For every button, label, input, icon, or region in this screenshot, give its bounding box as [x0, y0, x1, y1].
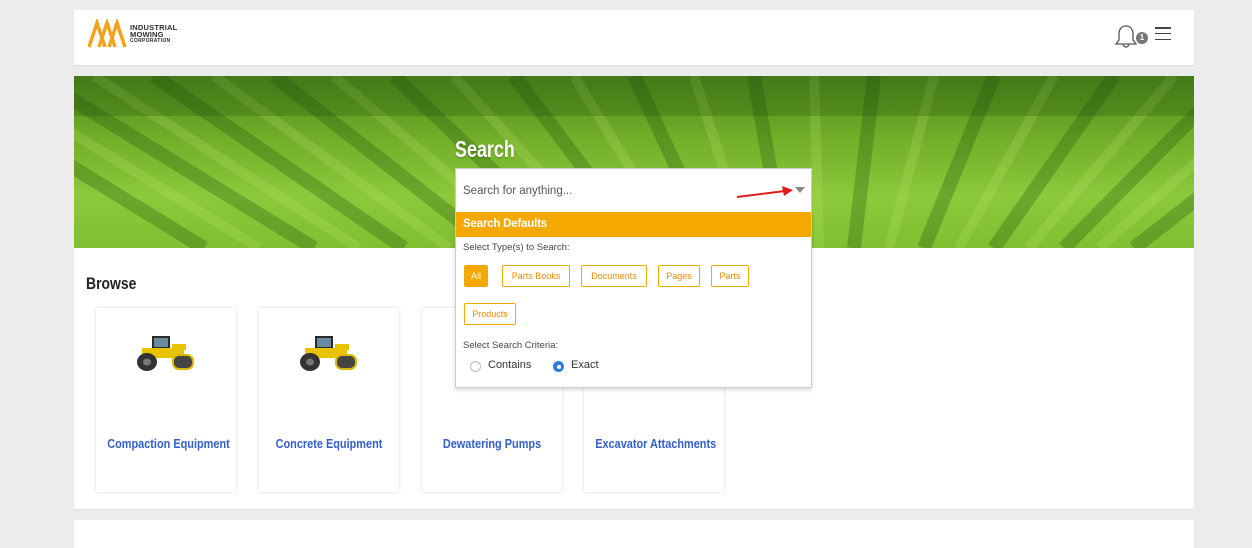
- type-chip-documents[interactable]: Documents: [581, 265, 647, 287]
- radio-exact-label[interactable]: Exact: [571, 359, 599, 371]
- logo-line-3: CORPORATION: [130, 38, 171, 44]
- category-label: Dewatering Pumps: [442, 436, 542, 451]
- search-defaults-panel: Search Defaults Select Type(s) to Search…: [455, 212, 812, 388]
- notification-badge: 1: [1136, 32, 1148, 44]
- roller-image: [137, 336, 194, 371]
- type-chip-all[interactable]: All: [464, 265, 488, 287]
- logo-mark-icon: [87, 17, 127, 48]
- type-chip-parts-books[interactable]: Parts Books: [502, 265, 570, 287]
- lower-panel: [74, 520, 1194, 548]
- type-select-label: Select Type(s) to Search:: [463, 242, 570, 253]
- logo-text: INDUSTRIAL MOWING CORPORATION: [130, 24, 177, 45]
- search-heading: Search: [455, 136, 515, 162]
- roller-image: [300, 336, 357, 371]
- search-input[interactable]: [463, 182, 723, 200]
- category-card-concrete[interactable]: Concrete Equipment: [259, 308, 399, 492]
- browse-heading: Browse: [86, 274, 137, 293]
- type-chip-products[interactable]: Products: [464, 303, 516, 325]
- logo-line-2: MOWING: [130, 30, 164, 39]
- search-dropdown-caret-icon[interactable]: [795, 187, 805, 193]
- radio-exact[interactable]: [553, 361, 564, 372]
- radio-contains[interactable]: [470, 361, 481, 372]
- criteria-select-label: Select Search Criteria:: [463, 340, 559, 351]
- category-label: Excavator Attachments: [595, 436, 717, 451]
- radio-contains-label[interactable]: Contains: [488, 359, 531, 371]
- company-logo[interactable]: INDUSTRIAL MOWING CORPORATION: [87, 17, 198, 55]
- type-chip-parts[interactable]: Parts: [711, 265, 749, 287]
- search-defaults-header: Search Defaults: [456, 212, 811, 237]
- annotation-arrow-icon: [736, 186, 793, 198]
- bell-icon[interactable]: [1114, 24, 1138, 50]
- top-header: INDUSTRIAL MOWING CORPORATION 1: [74, 10, 1194, 66]
- type-chip-pages[interactable]: Pages: [658, 265, 700, 287]
- category-label: Compaction Equipment: [107, 436, 230, 451]
- category-card-compaction[interactable]: Compaction Equipment: [96, 308, 236, 492]
- category-label: Concrete Equipment: [275, 436, 383, 451]
- hamburger-menu-icon[interactable]: [1155, 27, 1171, 41]
